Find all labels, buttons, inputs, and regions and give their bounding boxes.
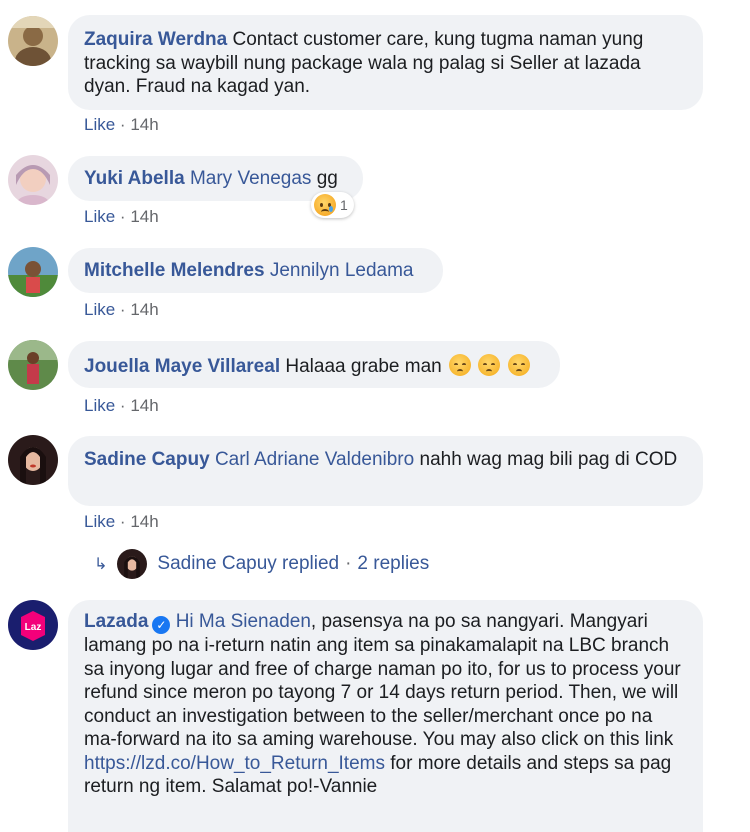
mention-link[interactable]: Carl Adriane Valdenibro [215, 449, 414, 470]
pensive-emoji-icon [507, 354, 530, 376]
meta-separator: · [119, 115, 126, 134]
reply-arrow-icon: ↳ [94, 556, 108, 573]
comment-time[interactable]: 14h [130, 207, 158, 226]
pensive-emoji-icon [478, 354, 501, 376]
comment-text: , pasensya na po sa nangyari. Mangyari l… [84, 611, 681, 750]
meta-separator: · [119, 396, 126, 415]
comment-time[interactable]: 14h [130, 115, 158, 134]
sad-reaction-icon [314, 194, 336, 216]
avatar[interactable] [8, 16, 58, 66]
replies-who: Sadine Capuy replied [157, 553, 340, 574]
comment-author[interactable]: Sadine Capuy [84, 449, 210, 470]
like-link[interactable]: Like [84, 300, 115, 319]
comment-meta: Like · 14h [84, 512, 159, 532]
avatar[interactable]: Laz [8, 600, 58, 650]
like-link[interactable]: Like [84, 396, 115, 415]
comment-bubble: Sadine Capuy Carl Adriane Valdenibro nah… [68, 436, 703, 506]
mention-link[interactable]: Hi Ma Sienaden [176, 611, 311, 632]
mention-link[interactable]: Jennilyn Ledama [270, 260, 414, 281]
comment-bubble: Zaquira Werdna Contact customer care, ku… [68, 15, 703, 110]
mention-link[interactable]: Mary Venegas [190, 168, 311, 189]
comment-text: gg [311, 168, 338, 189]
meta-separator: · [119, 300, 126, 319]
comment-time[interactable]: 14h [130, 512, 158, 531]
comment-text: nahh wag mag bili pag di COD [414, 449, 678, 470]
comment-meta: Like · 14h [84, 207, 159, 227]
comment-meta: Like · 14h [84, 300, 159, 320]
replies-count: 2 replies [357, 553, 430, 574]
return-items-link[interactable]: https://lzd.co/How_to_Return_Items [84, 753, 385, 774]
pensive-emoji-icon [449, 354, 471, 376]
meta-separator: · [345, 553, 352, 574]
like-link[interactable]: Like [84, 207, 115, 226]
comment-author[interactable]: Zaquira Werdna [84, 29, 227, 50]
svg-text:Laz: Laz [25, 622, 42, 633]
comment-bubble: Lazada ✓ Hi Ma Sienaden, pasensya na po s… [68, 600, 703, 832]
like-link[interactable]: Like [84, 115, 115, 134]
reaction-badge[interactable]: 1 [311, 192, 354, 218]
comment-time[interactable]: 14h [130, 396, 158, 415]
avatar [117, 549, 148, 579]
view-replies-link[interactable]: ↳ Sadine Capuy replied · 2 replies [94, 549, 429, 579]
comment-text: Halaaa grabe man [285, 356, 442, 377]
meta-separator: · [119, 207, 126, 226]
like-link[interactable]: Like [84, 512, 115, 531]
comment-author[interactable]: Lazada [84, 611, 148, 632]
avatar[interactable] [8, 247, 58, 297]
meta-separator: · [119, 512, 126, 531]
comment-bubble: Jouella Maye Villareal Halaaa grabe man [68, 341, 560, 388]
comment-bubble: Mitchelle Melendres Jennilyn Ledama [68, 248, 443, 293]
reaction-count: 1 [340, 197, 348, 213]
comment-time[interactable]: 14h [130, 300, 158, 319]
comment-author[interactable]: Mitchelle Melendres [84, 260, 265, 281]
comment-meta: Like · 14h [84, 396, 159, 416]
avatar[interactable] [8, 340, 58, 390]
avatar[interactable] [8, 155, 58, 205]
comment-author[interactable]: Jouella Maye Villareal [84, 356, 280, 377]
verified-badge-icon: ✓ [152, 616, 171, 634]
avatar[interactable] [8, 435, 58, 485]
comment-meta: Like · 14h [84, 115, 159, 135]
comment-author[interactable]: Yuki Abella [84, 168, 185, 189]
